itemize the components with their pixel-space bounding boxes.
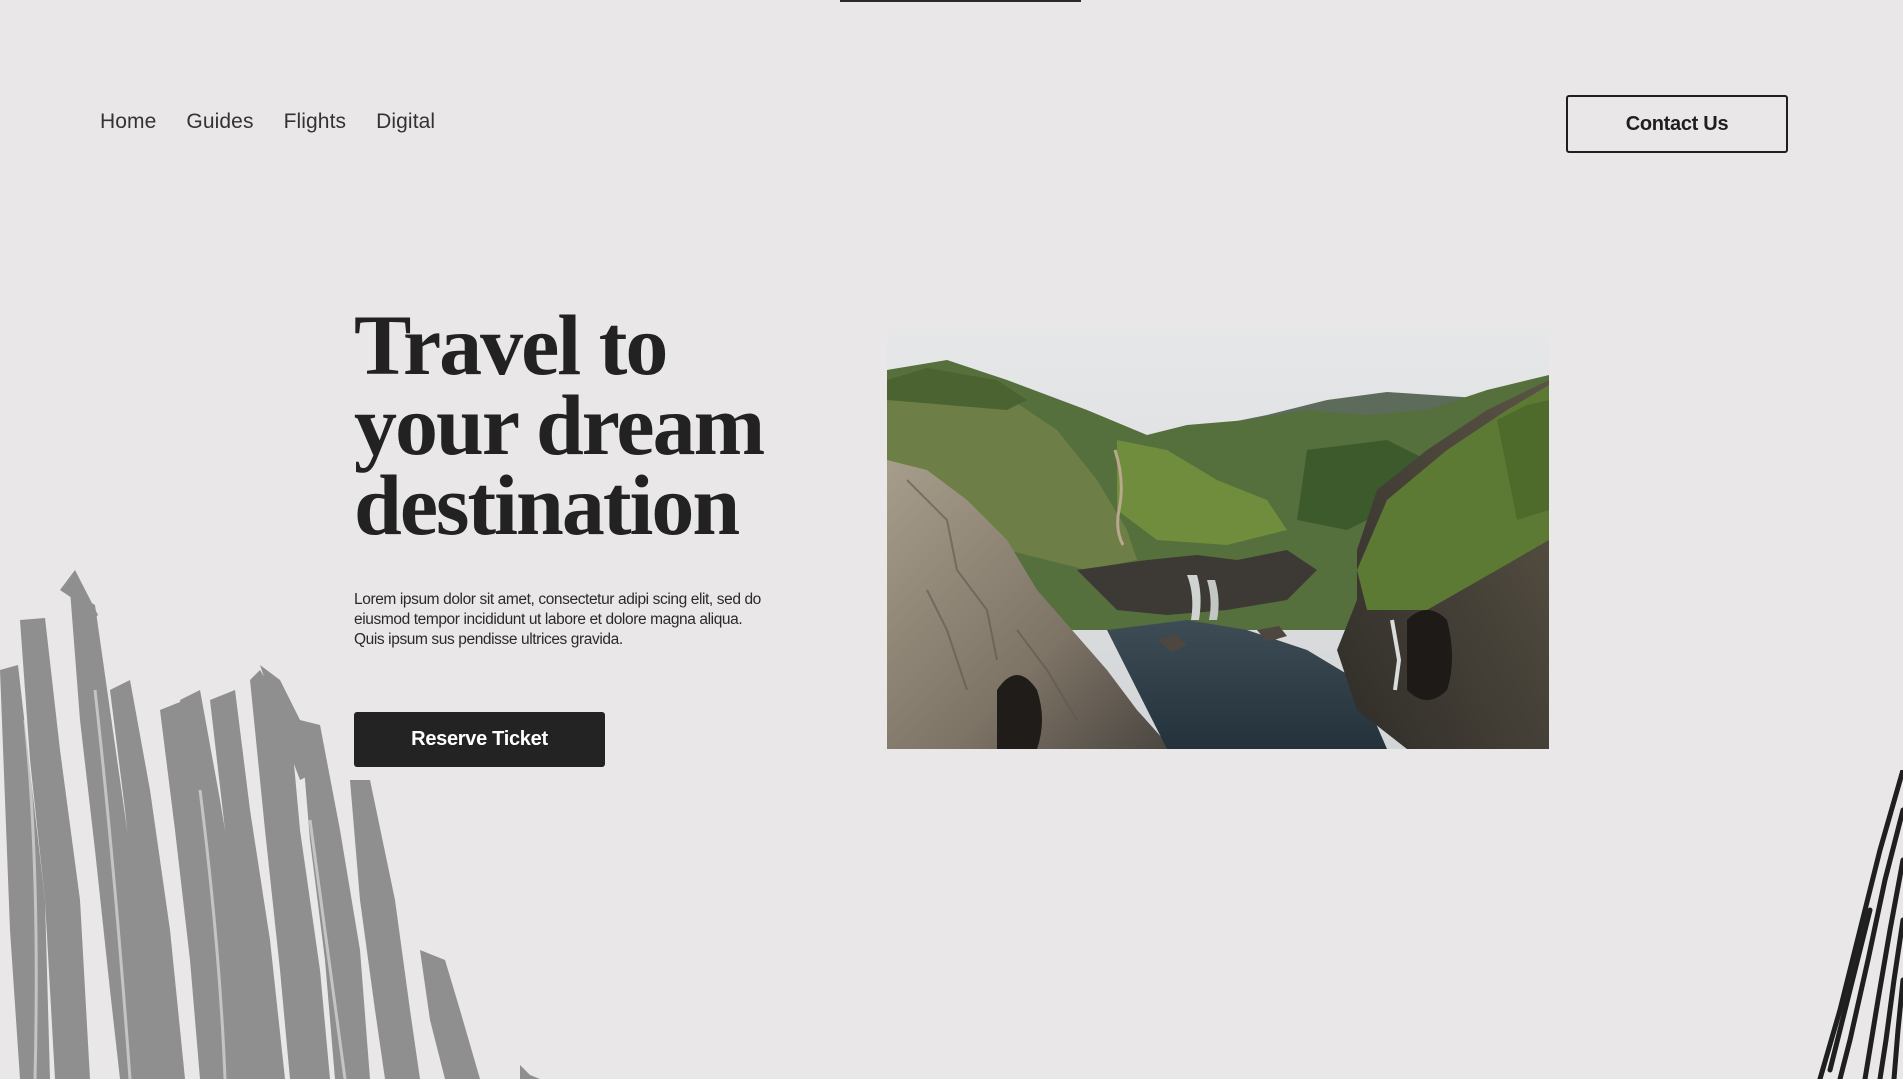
main-nav: Home Guides Flights Digital — [100, 110, 435, 134]
nav-item-guides[interactable]: Guides — [186, 110, 253, 134]
hero-landscape-image — [887, 330, 1549, 749]
nav-item-home[interactable]: Home — [100, 110, 156, 134]
top-divider-line — [840, 0, 1081, 2]
contact-us-button[interactable]: Contact Us — [1566, 95, 1788, 153]
hero-title-line: destination — [354, 457, 740, 553]
nav-item-digital[interactable]: Digital — [376, 110, 435, 134]
hero-title: Travel to your dream destination — [354, 302, 824, 548]
nav-item-flights[interactable]: Flights — [284, 110, 347, 134]
decorative-brush-scribble-left — [0, 570, 540, 1079]
decorative-brush-scribble-right — [1817, 770, 1903, 1079]
